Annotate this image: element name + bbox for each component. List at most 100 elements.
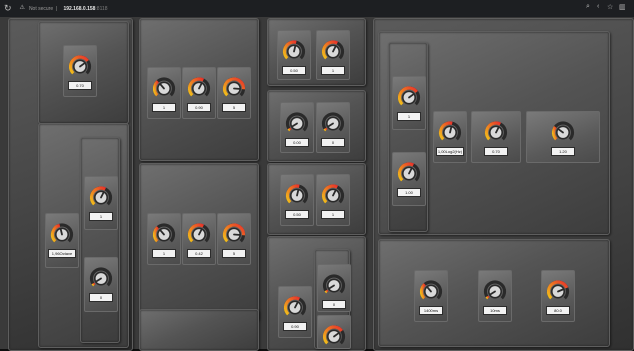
knob-filter-1[interactable]: 1 xyxy=(84,176,118,230)
knob-value[interactable]: 1400ms xyxy=(419,306,443,315)
knob-value[interactable]: 1 xyxy=(321,66,345,75)
knob-value[interactable]: 80.0 xyxy=(546,306,570,315)
knob-value[interactable]: 1 xyxy=(152,103,176,112)
star-icon[interactable]: ☆ xyxy=(607,3,613,11)
url-divider: | xyxy=(56,6,57,12)
knob-env-freq[interactable]: 1,00Log2(Hz) xyxy=(433,111,467,163)
knob-value[interactable]: 0.90 xyxy=(187,103,211,112)
knob-dial-icon xyxy=(321,39,345,63)
knob-value[interactable]: 0 xyxy=(89,293,113,302)
knob-osc-b-1[interactable]: 1 xyxy=(147,213,181,265)
knob-dial-icon xyxy=(283,295,307,319)
knob-osc-b-3[interactable]: 5 xyxy=(217,213,251,265)
panel-osc-c xyxy=(139,309,259,351)
knob-value[interactable]: 0.90 xyxy=(283,322,307,331)
browser-toolbar: ↻ ⚠ Not secure | 192.168.0.158 :8118 ⌕ ‹… xyxy=(0,0,634,17)
knob-delay-3[interactable]: 80.0 xyxy=(541,270,575,322)
zoom-icon[interactable]: ⌕ xyxy=(586,3,590,11)
knob-dial-icon xyxy=(187,222,211,246)
knob-dial-icon xyxy=(222,76,246,100)
knob-dial-icon xyxy=(321,111,345,135)
knob-osc-1[interactable]: 1 xyxy=(147,67,181,119)
knob-dial-icon xyxy=(321,183,345,207)
share-icon[interactable]: ‹ xyxy=(597,3,599,10)
knob-value[interactable]: 1 xyxy=(89,212,113,221)
knob-dial-icon xyxy=(89,185,113,209)
security-label[interactable]: Not secure xyxy=(29,6,53,12)
knob-value[interactable]: 1.20 xyxy=(551,147,575,156)
knob-value[interactable]: 0.70 xyxy=(484,147,508,156)
url-port[interactable]: :8118 xyxy=(95,6,107,12)
knob-mod-d-3[interactable] xyxy=(317,315,351,349)
knob-delay-time[interactable]: 1400ms xyxy=(414,270,448,322)
knob-value[interactable]: 1 xyxy=(321,210,345,219)
warning-icon[interactable]: ⚠ xyxy=(20,0,25,17)
knob-level-arc xyxy=(487,296,488,298)
knob-gain[interactable]: 0.70 xyxy=(63,45,97,97)
knob-mod-a-1[interactable]: 0.50 xyxy=(277,30,311,80)
knob-dial-icon xyxy=(222,222,246,246)
knob-mod-b-2[interactable]: 0 xyxy=(316,102,350,153)
knob-dial-icon xyxy=(152,222,176,246)
knob-dial-icon xyxy=(50,222,74,246)
knob-mod-c-2[interactable]: 1 xyxy=(316,174,350,226)
knob-mod-d-2[interactable]: 0.90 xyxy=(278,286,312,338)
knob-dial-icon xyxy=(152,76,176,100)
knob-value[interactable]: 0 xyxy=(322,300,346,309)
knob-dial-icon xyxy=(285,111,309,135)
knob-dial-icon xyxy=(282,39,306,63)
knob-value[interactable]: 0.70 xyxy=(68,81,92,90)
knob-dial-icon xyxy=(89,266,113,290)
knob-value[interactable]: 0.00 xyxy=(285,138,309,147)
knob-filter-2[interactable]: 0 xyxy=(84,257,118,312)
knob-delay-2[interactable]: 10ms xyxy=(478,270,512,322)
knob-indicator xyxy=(450,127,451,132)
knob-value[interactable]: 0 xyxy=(321,138,345,147)
knob-dial-icon xyxy=(546,279,570,303)
knob-mod-d-1[interactable]: 0 xyxy=(317,264,351,312)
knob-dial-icon xyxy=(68,54,92,78)
knob-mod-a-2[interactable]: 1 xyxy=(316,30,350,80)
knob-value[interactable]: 5 xyxy=(222,103,246,112)
knob-dial-icon xyxy=(187,76,211,100)
knob-value[interactable]: 5 xyxy=(222,249,246,258)
knob-value[interactable]: 0.42 xyxy=(187,249,211,258)
knob-osc-b-2[interactable]: 0.42 xyxy=(182,213,216,265)
knob-dial-icon xyxy=(551,120,575,144)
knob-mod-b-1[interactable]: 0.00 xyxy=(280,102,314,153)
knob-env-2[interactable]: 1.00 xyxy=(392,152,426,206)
knob-value[interactable]: 1 xyxy=(152,249,176,258)
reload-icon[interactable]: ↻ xyxy=(4,0,12,17)
knob-dial-icon xyxy=(322,324,346,348)
knob-env-3[interactable]: 0.70 xyxy=(471,111,521,163)
knob-dial-icon xyxy=(419,279,443,303)
knob-dial-icon xyxy=(438,120,462,144)
knob-level-arc xyxy=(325,128,326,130)
knob-indicator xyxy=(294,46,295,51)
sidebar-icon[interactable]: ▥ xyxy=(619,3,626,11)
knob-indicator xyxy=(61,229,62,234)
knob-level-arc xyxy=(553,127,556,139)
knob-value[interactable]: 1 xyxy=(397,112,421,121)
knob-mod-c-1[interactable]: 0.50 xyxy=(280,174,314,226)
knob-value[interactable]: 1.00 xyxy=(397,188,421,197)
knob-filter-cutoff[interactable]: 1,96Octave xyxy=(45,213,79,268)
panel-filter-inner xyxy=(80,137,120,343)
knob-osc-3[interactable]: 5 xyxy=(217,67,251,119)
knob-value[interactable]: 0.50 xyxy=(285,210,309,219)
knob-dial-icon xyxy=(322,273,346,297)
knob-dial-icon xyxy=(483,279,507,303)
knob-osc-2[interactable]: 0.90 xyxy=(182,67,216,119)
knob-value[interactable]: 1,96Octave xyxy=(48,249,76,258)
knob-level-arc xyxy=(289,128,290,130)
knob-env-4[interactable]: 1.20 xyxy=(526,111,600,163)
knob-env-1[interactable]: 1 xyxy=(392,76,426,130)
knob-dial-icon xyxy=(484,120,508,144)
knob-value[interactable]: 1,00Log2(Hz) xyxy=(436,147,464,156)
knob-level-arc xyxy=(326,290,327,292)
knob-value[interactable]: 0.50 xyxy=(282,66,306,75)
knob-dial-icon xyxy=(397,161,421,185)
knob-indicator xyxy=(297,190,298,195)
url-host[interactable]: 192.168.0.158 xyxy=(63,6,95,12)
knob-value[interactable]: 10ms xyxy=(483,306,507,315)
